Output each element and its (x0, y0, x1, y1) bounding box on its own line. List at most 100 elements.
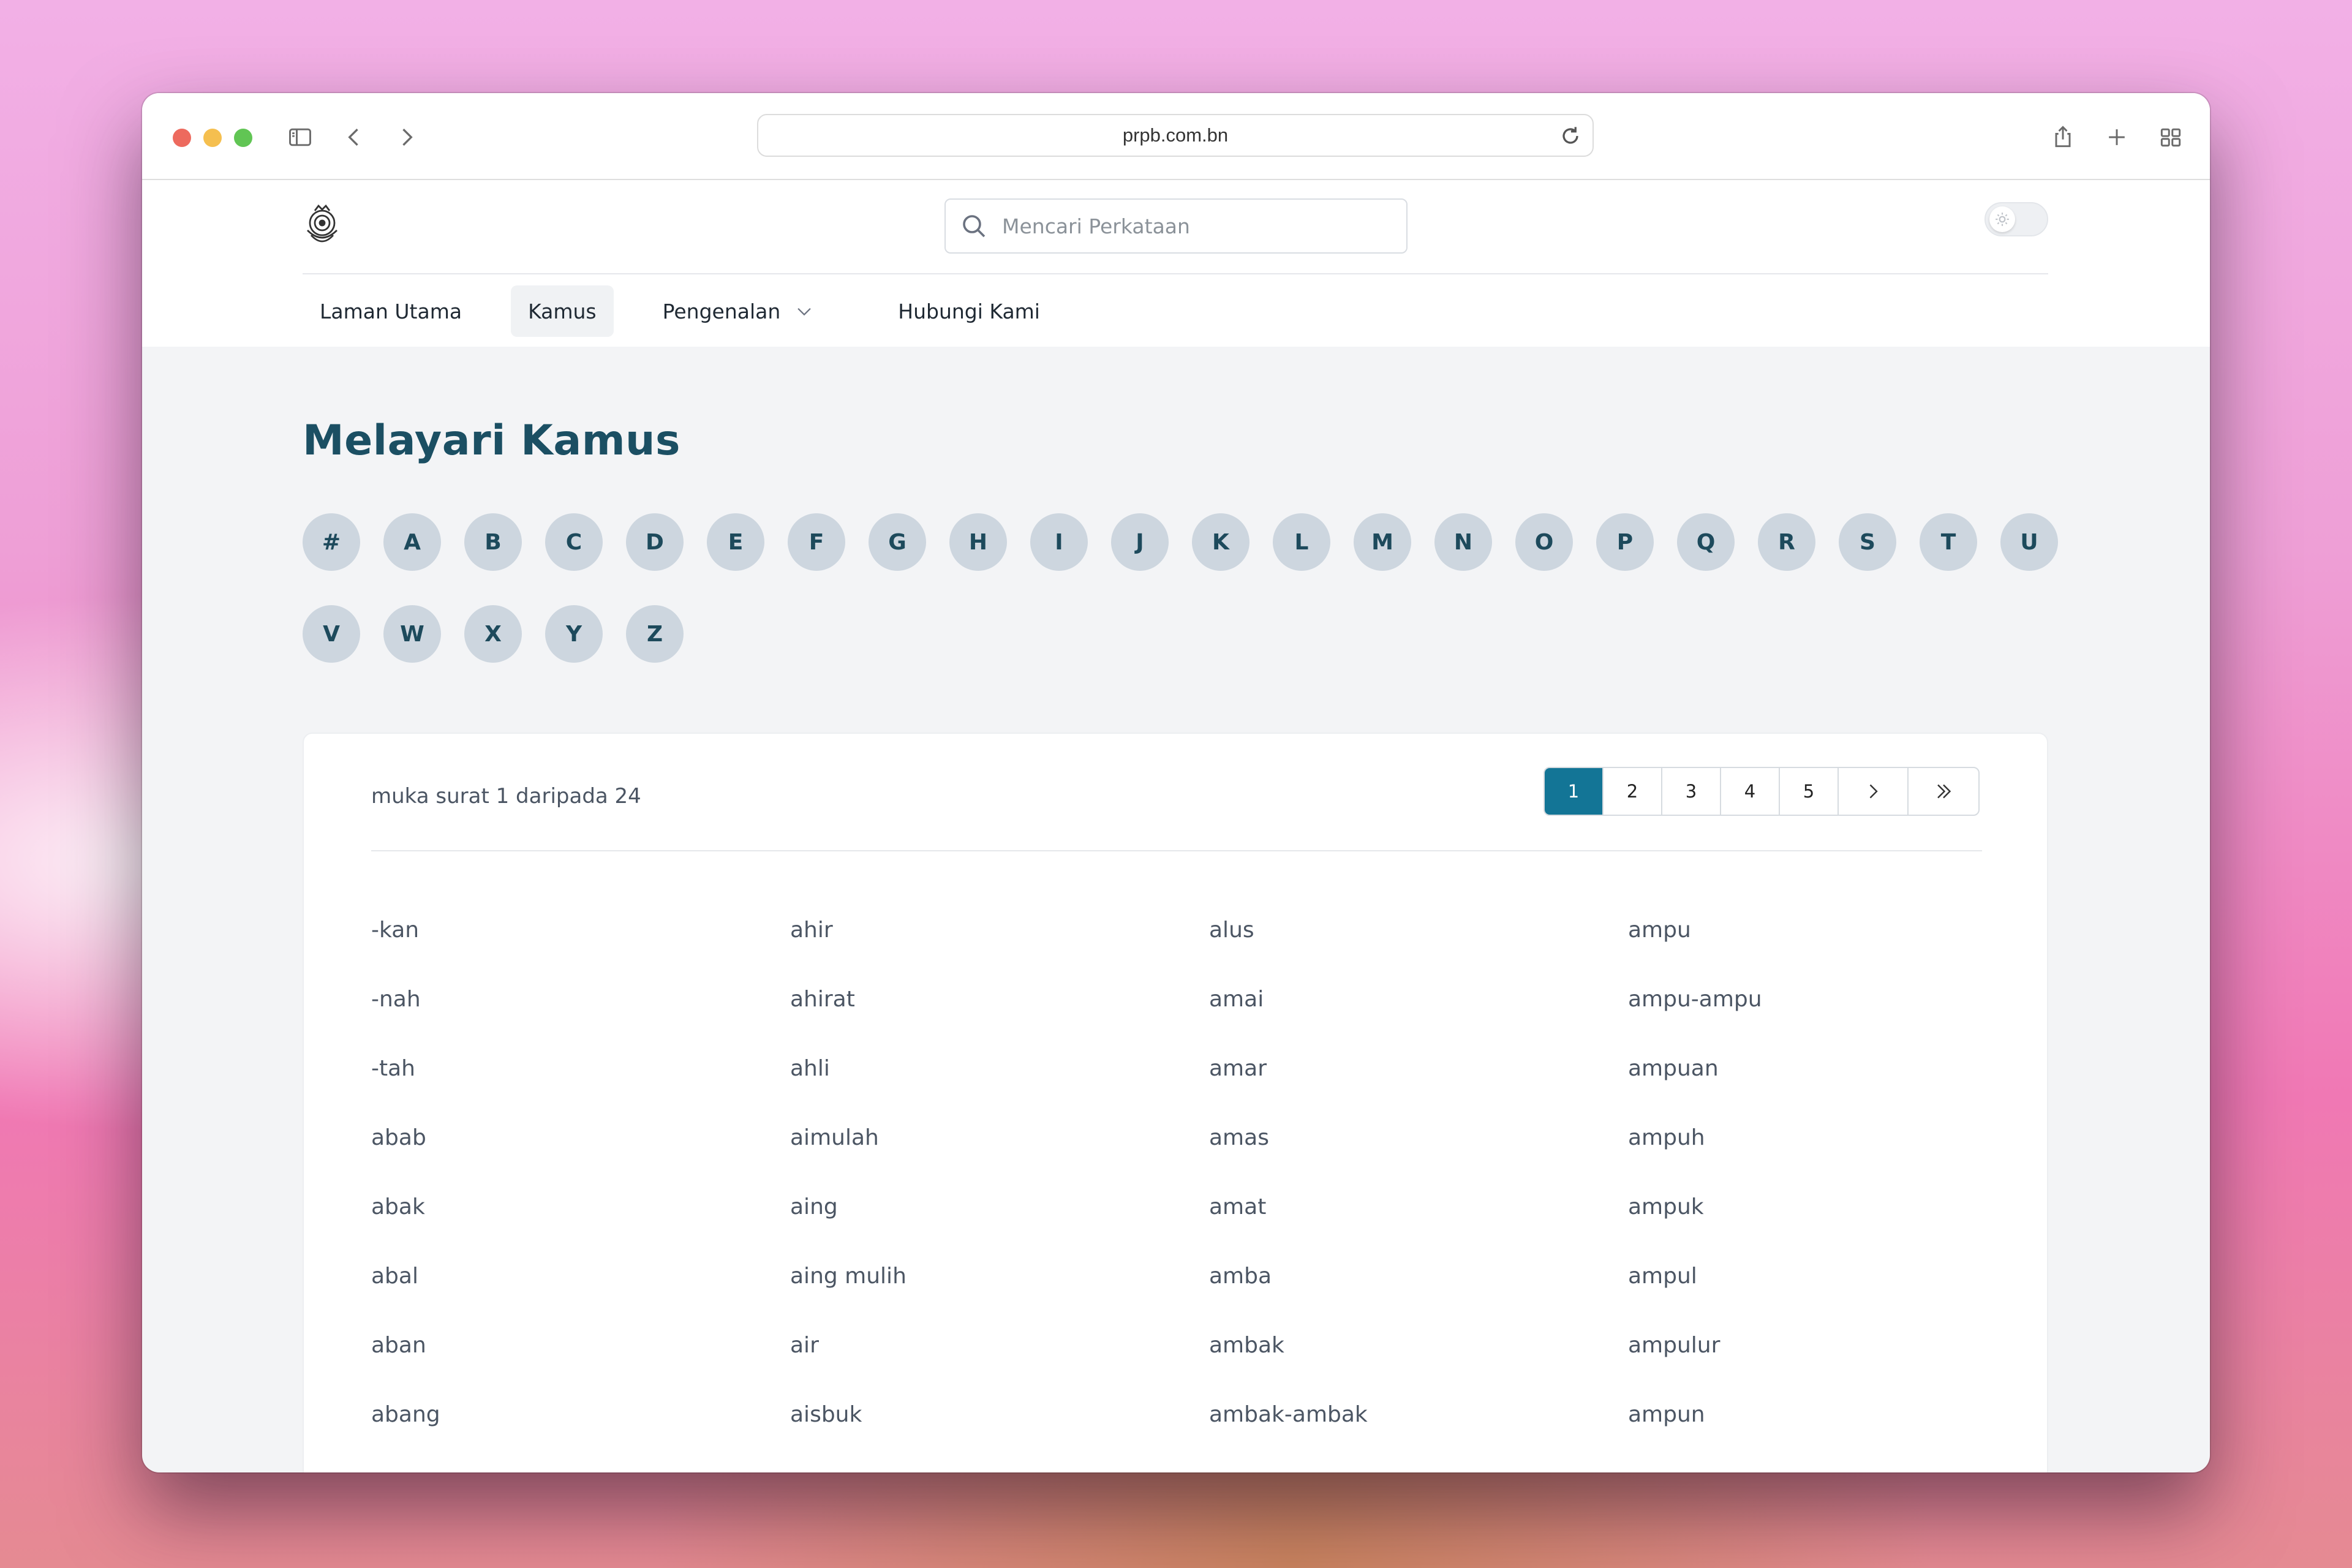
chevron-down-icon (794, 301, 815, 322)
word-link[interactable]: air (790, 1333, 819, 1358)
word-link[interactable]: aisbuk (790, 1402, 862, 1427)
letter-button-r[interactable]: R (1758, 513, 1815, 571)
sidebar-toggle-icon[interactable] (283, 120, 317, 154)
word-link[interactable]: aimulah (790, 1125, 879, 1150)
minimize-window-button[interactable] (203, 129, 222, 147)
search-box[interactable] (944, 198, 1408, 254)
letter-button-u[interactable]: U (2000, 513, 2058, 571)
letter-button-hash[interactable]: # (303, 513, 360, 571)
letter-button-o[interactable]: O (1515, 513, 1573, 571)
nav-kamus[interactable]: Kamus (511, 285, 614, 337)
word-link[interactable]: -kan (371, 918, 419, 943)
word-link[interactable]: -tah (371, 1056, 415, 1081)
maximize-window-button[interactable] (234, 129, 252, 147)
site-logo-icon[interactable] (303, 203, 342, 247)
reload-icon[interactable] (1557, 123, 1584, 149)
letter-button-y[interactable]: Y (545, 605, 603, 663)
letter-button-t[interactable]: T (1920, 513, 1977, 571)
letter-button-z[interactable]: Z (626, 605, 684, 663)
letter-button-x[interactable]: X (464, 605, 522, 663)
page-button-5[interactable]: 5 (1780, 768, 1839, 815)
page-info: muka surat 1 daripada 24 (371, 784, 641, 809)
letter-button-i[interactable]: I (1030, 513, 1088, 571)
next-page-button[interactable] (1839, 768, 1909, 815)
nav-laman-utama[interactable]: Laman Utama (303, 285, 479, 337)
letter-button-f[interactable]: F (788, 513, 845, 571)
word-link[interactable]: amar (1209, 1056, 1267, 1081)
word-link[interactable]: ahir (790, 918, 833, 943)
word-link[interactable]: amai (1209, 987, 1264, 1012)
nav-pengenalan-label: Pengenalan (662, 299, 781, 323)
word-link[interactable]: abak (371, 1194, 425, 1219)
tab-overview-icon[interactable] (2154, 120, 2188, 154)
main-nav: Laman Utama Kamus Pengenalan Hubungi Kam… (303, 285, 1057, 337)
letter-button-m[interactable]: M (1354, 513, 1411, 571)
word-link[interactable]: ahirat (790, 987, 855, 1012)
word-link[interactable]: aban (371, 1333, 426, 1358)
letter-button-s[interactable]: S (1839, 513, 1896, 571)
browser-toolbar: prpb.com.bn (142, 93, 2210, 180)
word-link[interactable]: ambak (1209, 1333, 1284, 1358)
address-bar[interactable]: prpb.com.bn (757, 114, 1594, 157)
letter-button-g[interactable]: G (869, 513, 926, 571)
word-link[interactable]: -nah (371, 987, 421, 1012)
word-link[interactable]: ampu (1628, 918, 1691, 943)
sun-icon (1989, 206, 2015, 232)
letter-button-p[interactable]: P (1596, 513, 1654, 571)
word-link[interactable]: amba (1209, 1264, 1272, 1289)
search-icon (959, 211, 989, 241)
nav-pengenalan[interactable]: Pengenalan (646, 285, 832, 337)
word-link[interactable]: amat (1209, 1194, 1266, 1219)
page-title: Melayari Kamus (303, 417, 680, 465)
word-link[interactable]: aing (790, 1194, 838, 1219)
word-link[interactable]: ampuk (1628, 1194, 1704, 1219)
letter-button-k[interactable]: K (1192, 513, 1250, 571)
letter-button-l[interactable]: L (1273, 513, 1330, 571)
page-button-2[interactable]: 2 (1604, 768, 1662, 815)
word-link[interactable]: ambak-ambak (1209, 1402, 1368, 1427)
word-link[interactable]: ampuan (1628, 1056, 1719, 1081)
letter-button-h[interactable]: H (949, 513, 1007, 571)
word-link[interactable]: ampul (1628, 1264, 1697, 1289)
word-link[interactable]: ahli (790, 1056, 830, 1081)
pagination: 1 2 3 4 5 (1544, 767, 1980, 816)
word-list-card: muka surat 1 daripada 24 1 2 3 4 5 -kan -… (303, 733, 2048, 1472)
page-button-4[interactable]: 4 (1721, 768, 1780, 815)
letter-button-w[interactable]: W (383, 605, 441, 663)
letter-button-j[interactable]: J (1111, 513, 1169, 571)
word-link[interactable]: ampun (1628, 1402, 1705, 1427)
letter-button-d[interactable]: D (626, 513, 684, 571)
theme-toggle[interactable] (1985, 202, 2048, 236)
new-tab-icon[interactable] (2100, 120, 2134, 154)
letter-button-e[interactable]: E (707, 513, 764, 571)
word-link[interactable]: abal (371, 1264, 418, 1289)
card-divider (371, 850, 1982, 851)
word-link[interactable]: alus (1209, 918, 1254, 943)
letter-button-c[interactable]: C (545, 513, 603, 571)
browser-window: prpb.com.bn Mencari Perkataan Laman Utam… (142, 93, 2210, 1472)
last-page-button[interactable] (1909, 768, 1978, 815)
close-window-button[interactable] (173, 129, 191, 147)
chevron-right-icon (1869, 784, 1878, 799)
word-link[interactable]: ampuh (1628, 1125, 1705, 1150)
page-button-3[interactable]: 3 (1662, 768, 1721, 815)
letter-button-q[interactable]: Q (1677, 513, 1735, 571)
forward-icon[interactable] (390, 120, 424, 154)
word-link[interactable]: abang (371, 1402, 440, 1427)
word-link[interactable]: ampu-ampu (1628, 987, 1762, 1012)
back-icon[interactable] (337, 120, 371, 154)
word-link[interactable]: amas (1209, 1125, 1269, 1150)
share-icon[interactable] (2046, 120, 2080, 154)
url-text: prpb.com.bn (1122, 124, 1229, 146)
word-link[interactable]: abab (371, 1125, 426, 1150)
word-link[interactable]: ampulur (1628, 1333, 1720, 1358)
word-link[interactable]: aing mulih (790, 1264, 907, 1289)
double-chevron-right-icon (1937, 784, 1951, 799)
letter-button-b[interactable]: B (464, 513, 522, 571)
page-button-1[interactable]: 1 (1545, 768, 1604, 815)
letter-button-v[interactable]: V (303, 605, 360, 663)
search-input[interactable] (1002, 214, 1406, 238)
letter-button-a[interactable]: A (383, 513, 441, 571)
letter-button-n[interactable]: N (1434, 513, 1492, 571)
nav-hubungi-kami[interactable]: Hubungi Kami (881, 285, 1057, 337)
